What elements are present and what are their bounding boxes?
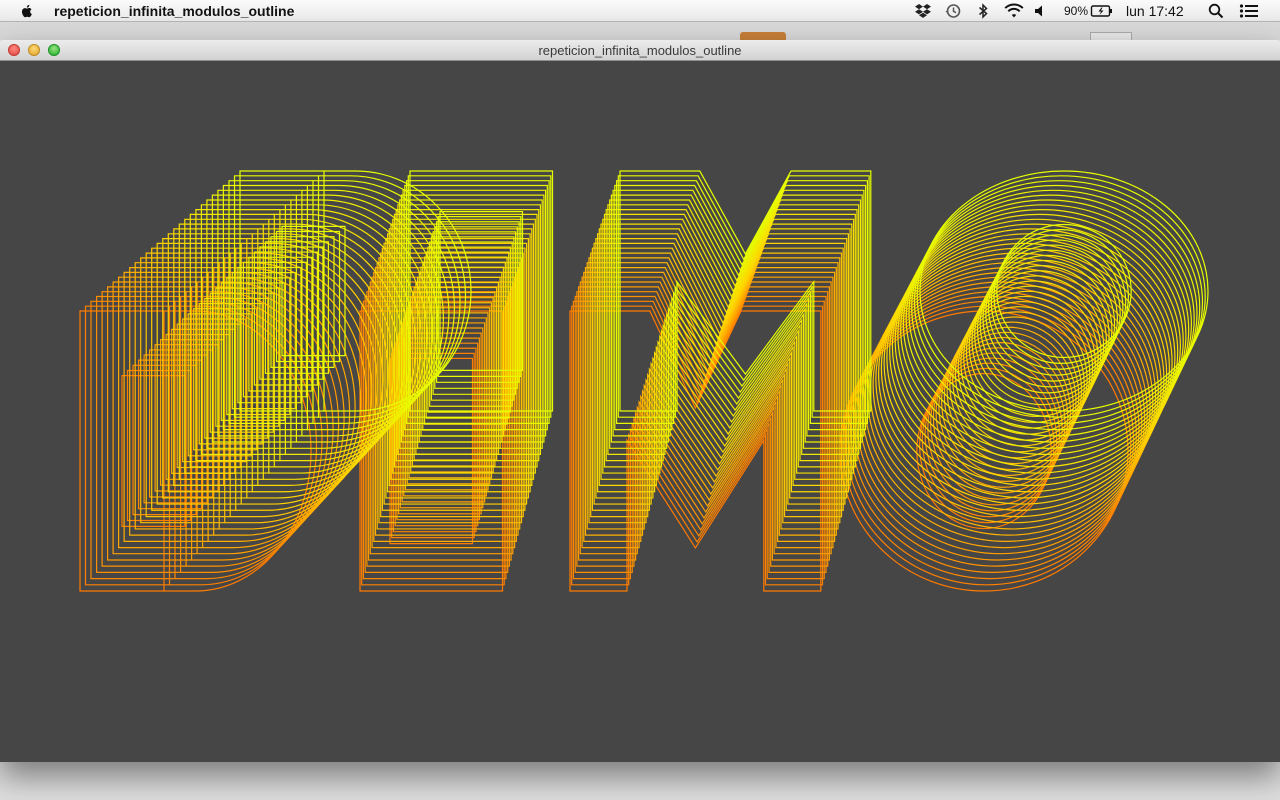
battery-percent: 90% [1064, 4, 1089, 18]
sketch-canvas[interactable] [0, 61, 1280, 762]
wifi-icon[interactable] [1003, 2, 1025, 20]
menu-bar: repeticion_infinita_modulos_outline 90% … [0, 0, 1280, 22]
apple-icon[interactable] [18, 2, 36, 20]
window-titlebar[interactable]: repeticion_infinita_modulos_outline [0, 40, 1280, 61]
sketch-window: repeticion_infinita_modulos_outline [0, 40, 1280, 762]
active-app-menu[interactable]: repeticion_infinita_modulos_outline [54, 3, 294, 19]
bluetooth-icon[interactable] [974, 2, 992, 20]
battery-icon[interactable] [1090, 2, 1114, 20]
repeating-outline-modules-artwork [0, 61, 1280, 762]
time-machine-icon[interactable] [944, 2, 962, 20]
volume-icon[interactable] [1031, 2, 1049, 20]
desktop-background [0, 22, 1280, 40]
dropbox-icon[interactable] [914, 2, 932, 20]
notification-center-icon[interactable] [1238, 2, 1260, 20]
menu-clock[interactable]: lun 17:42 [1126, 3, 1184, 19]
window-title: repeticion_infinita_modulos_outline [538, 43, 742, 58]
spotlight-icon[interactable] [1207, 2, 1225, 20]
